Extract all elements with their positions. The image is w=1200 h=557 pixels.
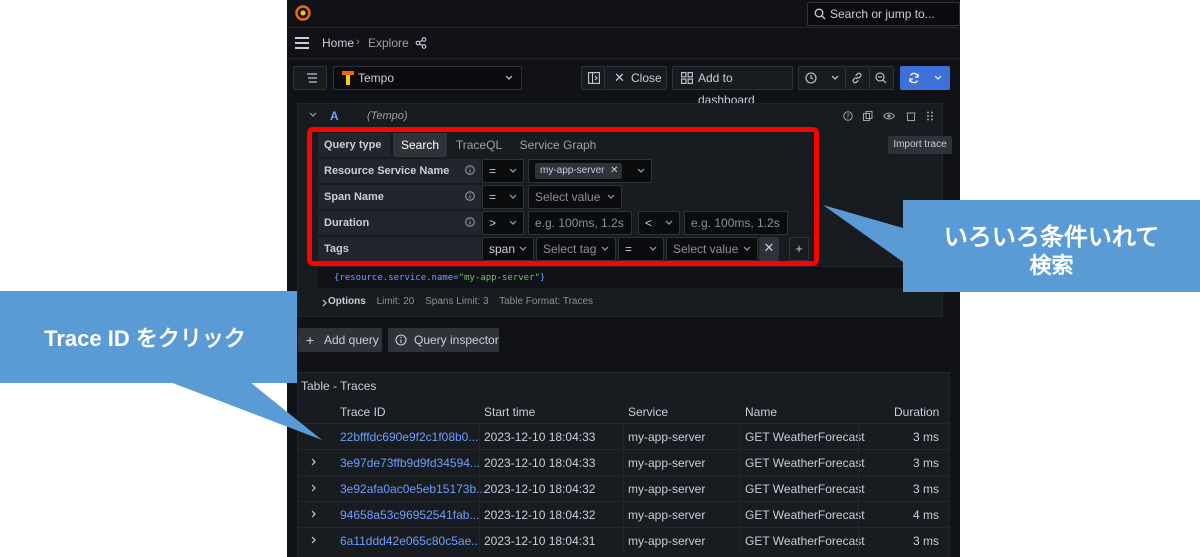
callout-right-line2: 検索 — [1029, 253, 1074, 278]
screenshot-stage: Search or jump to... Home › Explore Temp… — [0, 0, 1200, 557]
right-callout-pointer — [823, 205, 903, 262]
click-trace-id-callout: Trace ID をクリック — [0, 291, 297, 383]
callout-right-line1: いろいろ条件いれて — [943, 224, 1160, 251]
left-callout-pointer — [170, 382, 322, 440]
search-conditions-callout: いろいろ条件いれて 検索 — [903, 200, 1200, 292]
callout-left-text: Trace ID をクリック — [44, 326, 246, 351]
